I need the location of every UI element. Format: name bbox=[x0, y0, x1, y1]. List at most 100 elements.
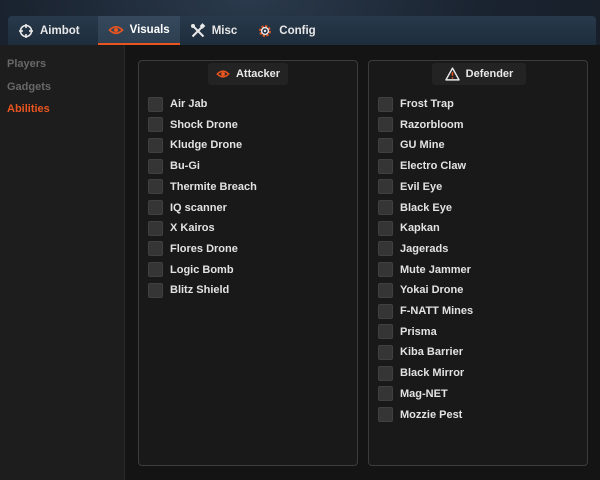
checkbox[interactable] bbox=[148, 282, 163, 298]
warning-triangle-icon bbox=[444, 67, 460, 81]
defender-option[interactable]: Mag-NET bbox=[378, 386, 448, 402]
checkbox[interactable] bbox=[378, 117, 393, 133]
eye-icon bbox=[216, 67, 230, 81]
defender-option[interactable]: Black Eye bbox=[378, 200, 452, 216]
sidebar-item-gadgets[interactable]: Gadgets bbox=[7, 81, 51, 93]
crosshair-icon bbox=[18, 23, 34, 39]
defender-panel-header: Defender bbox=[432, 63, 526, 85]
checkbox[interactable] bbox=[148, 158, 163, 174]
attacker-option[interactable]: Kludge Drone bbox=[148, 137, 242, 153]
tab-misc[interactable]: Misc bbox=[180, 16, 248, 45]
checkbox[interactable] bbox=[378, 365, 393, 381]
attacker-option[interactable]: Thermite Breach bbox=[148, 179, 257, 195]
checkbox[interactable] bbox=[378, 158, 393, 174]
option-label: Black Mirror bbox=[400, 367, 465, 380]
checkbox[interactable] bbox=[148, 220, 163, 236]
checkbox[interactable] bbox=[378, 200, 393, 215]
attacker-option[interactable]: IQ scanner bbox=[148, 200, 227, 216]
option-label: Evil Eye bbox=[400, 180, 443, 193]
option-label: GU Mine bbox=[400, 139, 445, 152]
gear-icon bbox=[257, 23, 273, 39]
option-label: Electro Claw bbox=[400, 160, 467, 173]
option-label: Mute Jammer bbox=[400, 263, 471, 276]
option-label: Black Eye bbox=[400, 201, 452, 214]
option-label: Mozzie Pest bbox=[400, 408, 463, 421]
defender-option[interactable]: F-NATT Mines bbox=[378, 303, 473, 319]
checkbox[interactable] bbox=[378, 282, 393, 298]
option-label: Bu-Gi bbox=[170, 160, 200, 173]
attacker-option[interactable]: Bu-Gi bbox=[148, 158, 200, 174]
option-label: Jagerads bbox=[400, 242, 449, 255]
attacker-option[interactable]: Shock Drone bbox=[148, 117, 238, 133]
checkbox[interactable] bbox=[148, 96, 163, 112]
option-label: Mag-NET bbox=[400, 387, 448, 400]
defender-option[interactable]: Yokai Drone bbox=[378, 282, 463, 298]
option-label: IQ scanner bbox=[170, 201, 227, 214]
attacker-title: Attacker bbox=[235, 68, 281, 80]
defender-option[interactable]: Razorbloom bbox=[378, 117, 464, 133]
checkbox[interactable] bbox=[148, 200, 163, 215]
option-label: Air Jab bbox=[170, 98, 208, 110]
defender-option[interactable]: GU Mine bbox=[378, 137, 445, 153]
checkbox[interactable] bbox=[148, 262, 163, 278]
top-tab-bar: Aimbot Visuals Misc Config bbox=[8, 16, 596, 45]
checkbox[interactable] bbox=[378, 220, 393, 236]
tab-config[interactable]: Config bbox=[247, 16, 325, 45]
checkbox[interactable] bbox=[378, 344, 393, 360]
defender-title: Defender bbox=[465, 68, 514, 80]
attacker-option[interactable]: Blitz Shield bbox=[148, 282, 229, 298]
defender-option[interactable]: Prisma bbox=[378, 324, 437, 340]
checkbox[interactable] bbox=[378, 137, 393, 153]
checkbox[interactable] bbox=[148, 179, 163, 195]
attacker-option[interactable]: Air Jab bbox=[148, 96, 207, 112]
defender-option[interactable]: Frost Trap bbox=[378, 96, 454, 112]
checkbox[interactable] bbox=[148, 117, 163, 133]
defender-option[interactable]: Evil Eye bbox=[378, 179, 442, 195]
attacker-option[interactable]: Logic Bomb bbox=[148, 262, 234, 278]
checkbox[interactable] bbox=[378, 262, 393, 278]
defender-option[interactable]: Mozzie Pest bbox=[378, 407, 462, 423]
defender-option[interactable]: Kapkan bbox=[378, 220, 440, 236]
attacker-panel-header: Attacker bbox=[208, 63, 288, 85]
option-label: Prisma bbox=[400, 325, 437, 338]
defender-option[interactable]: Mute Jammer bbox=[378, 262, 471, 278]
sidebar-item-abilities[interactable]: Abilities bbox=[7, 103, 50, 115]
attacker-panel: Attacker Air Jab Shock Drone Kludge Drone B… bbox=[138, 60, 358, 466]
defender-option[interactable]: Electro Claw bbox=[378, 158, 466, 174]
checkbox[interactable] bbox=[148, 137, 163, 153]
option-label: Kiba Barrier bbox=[400, 346, 463, 359]
option-label: Yokai Drone bbox=[400, 284, 464, 297]
option-label: Blitz Shield bbox=[170, 284, 230, 297]
option-label: Logic Bomb bbox=[170, 263, 234, 276]
option-label: Frost Trap bbox=[400, 98, 454, 110]
checkbox[interactable] bbox=[378, 324, 393, 340]
checkbox[interactable] bbox=[378, 96, 393, 112]
tab-label: Aimbot bbox=[40, 24, 80, 37]
defender-option[interactable]: Black Mirror bbox=[378, 365, 464, 381]
checkbox[interactable] bbox=[378, 303, 393, 319]
option-label: Flores Drone bbox=[170, 242, 238, 255]
option-label: Shock Drone bbox=[170, 118, 238, 131]
tab-label: Visuals bbox=[129, 23, 170, 36]
tab-label: Misc bbox=[211, 24, 238, 37]
eye-icon bbox=[107, 22, 124, 38]
defender-panel: Defender Frost Trap Razorbloom GU Mine Elec… bbox=[368, 60, 588, 466]
option-label: F-NATT Mines bbox=[400, 305, 474, 317]
attacker-option[interactable]: X Kairos bbox=[148, 220, 215, 236]
option-label: Razorbloom bbox=[400, 118, 464, 131]
checkbox[interactable] bbox=[378, 179, 393, 195]
defender-option[interactable]: Kiba Barrier bbox=[378, 344, 463, 360]
checkbox[interactable] bbox=[378, 241, 393, 257]
tab-label: Config bbox=[279, 24, 316, 37]
checkbox[interactable] bbox=[378, 386, 393, 402]
attacker-option[interactable]: Flores Drone bbox=[148, 241, 238, 257]
checkbox[interactable] bbox=[378, 407, 393, 422]
option-label: Kapkan bbox=[400, 222, 440, 235]
tab-visuals[interactable]: Visuals bbox=[97, 16, 180, 45]
defender-option[interactable]: Jagerads bbox=[378, 241, 448, 257]
tab-aimbot[interactable]: Aimbot bbox=[8, 16, 90, 45]
sidebar-item-players[interactable]: Players bbox=[7, 58, 46, 70]
tools-icon bbox=[190, 22, 206, 39]
option-label: X Kairos bbox=[170, 222, 215, 235]
checkbox[interactable] bbox=[148, 241, 163, 257]
